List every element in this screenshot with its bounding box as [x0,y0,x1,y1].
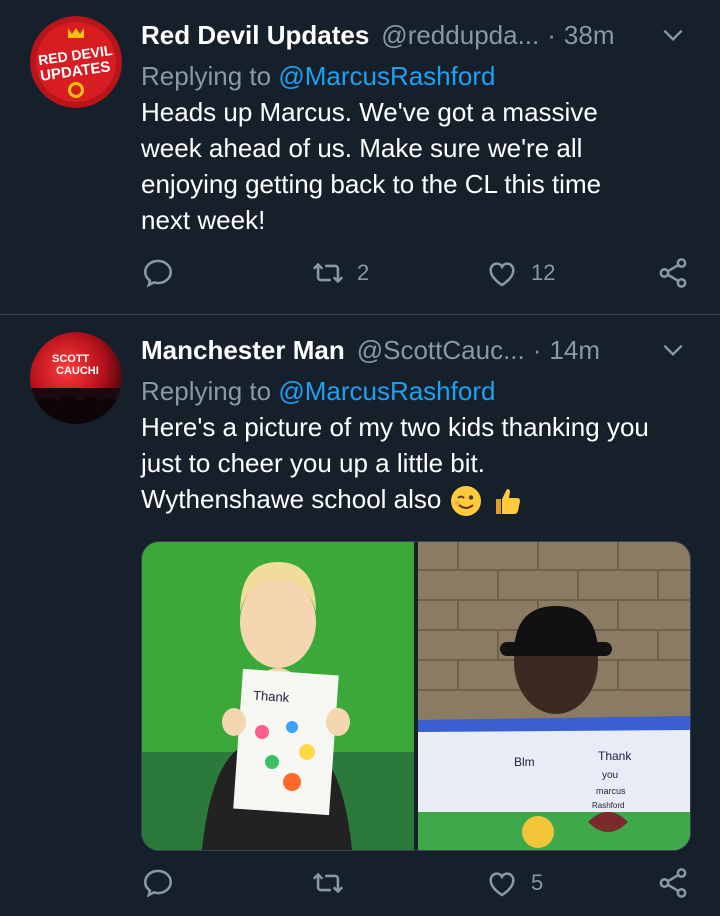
tweet-text: Here's a picture of my two kids thanking… [141,409,700,518]
tweet-actions: 2 12 [141,256,690,296]
retweet-button[interactable] [311,866,345,900]
tweet-content: Manchester Man @ScottCauc... · 14m Reply… [141,333,700,518]
banner-text: marcus [596,786,626,796]
avatar[interactable]: SCOTT CAUCHI [30,332,122,424]
tweet-text-line: just to cheer you up a little bit. [141,448,485,478]
tweet-text: Heads up Marcus. We've got a massive wee… [141,94,700,238]
avatar-text-line1: SCOTT [52,353,90,365]
tweet-header: Manchester Man @ScottCauc... · 14m [141,333,700,367]
photo[interactable]: Blm Thank you marcus Rashford [418,542,690,850]
thumbs-up-emoji [495,489,520,515]
retweet-icon [312,872,344,894]
winking-face-emoji [450,486,481,517]
tweet[interactable]: RED DEVIL UPDATES Red Devil Updates @red… [0,0,720,315]
like-button[interactable]: 5 [485,866,543,900]
like-button[interactable]: 12 [485,256,555,290]
tweet-text-line: next week! [141,205,266,235]
tweet-text-line: week ahead of us. Make sure we're all [141,133,583,163]
tweet-actions: 5 [141,866,690,906]
tweet-text-line: Here's a picture of my two kids thanking… [141,412,649,442]
like-count: 12 [531,260,556,285]
author-handle[interactable]: @ScottCauc... [357,335,525,366]
replying-to: Replying to @MarcusRashford [141,373,700,409]
replying-prefix: Replying to [141,376,279,406]
replying-prefix: Replying to [141,61,279,91]
held-banner: Blm Thank you marcus Rashford [418,716,690,850]
tweet[interactable]: SCOTT CAUCHI Manchester Man @ScottCauc..… [0,315,720,916]
separator-dot: · [532,334,542,365]
tweet-content: Red Devil Updates @reddupda... · 38m Rep… [141,18,700,238]
chevron-down-icon[interactable] [660,22,686,48]
banner-text: Thank [598,749,632,763]
reply-button[interactable] [141,866,175,900]
reply-button[interactable] [141,256,175,290]
tweet-text-line: enjoying getting back to the CL this tim… [141,169,602,199]
held-card: Thank [233,668,339,816]
tweet-time[interactable]: 38m [564,20,615,51]
photo[interactable]: Thank [142,542,414,850]
share-button[interactable] [656,256,690,290]
share-icon [659,258,687,288]
avatar[interactable]: RED DEVIL UPDATES [30,16,122,108]
card-text: Thank [253,688,291,706]
mention-link[interactable]: @MarcusRashford [278,61,495,91]
banner-text: you [602,770,618,781]
share-icon [659,868,687,898]
tweet-header: Red Devil Updates @reddupda... · 38m [141,18,700,52]
replying-to: Replying to @MarcusRashford [141,58,700,94]
author-name[interactable]: Red Devil Updates [141,20,369,51]
tweet-text-line: Wythenshawe school also [141,484,442,514]
banner-text: Blm [514,755,535,769]
like-icon [489,262,515,287]
share-button[interactable] [656,866,690,900]
reply-icon [143,869,173,898]
author-handle[interactable]: @reddupda... [381,20,539,51]
tweet-text-line-with-emoji: Wythenshawe school also [141,481,700,518]
like-icon [489,872,515,897]
banner-text: Rashford [592,801,624,810]
retweet-icon [312,262,344,284]
retweet-count: 2 [357,260,370,285]
reply-icon [143,259,173,288]
retweet-button[interactable]: 2 [311,256,369,290]
chevron-down-icon[interactable] [660,337,686,363]
media-grid: Thank Blm Thank you marcus Rashford [141,541,691,851]
mention-link[interactable]: @MarcusRashford [278,376,495,406]
tweet-time[interactable]: 14m [549,335,600,366]
like-count: 5 [531,870,544,895]
avatar-text-line2: CAUCHI [56,365,99,377]
author-name[interactable]: Manchester Man [141,335,345,366]
separator-dot: · [547,19,556,50]
tweet-text-line: Heads up Marcus. We've got a massive [141,97,598,127]
